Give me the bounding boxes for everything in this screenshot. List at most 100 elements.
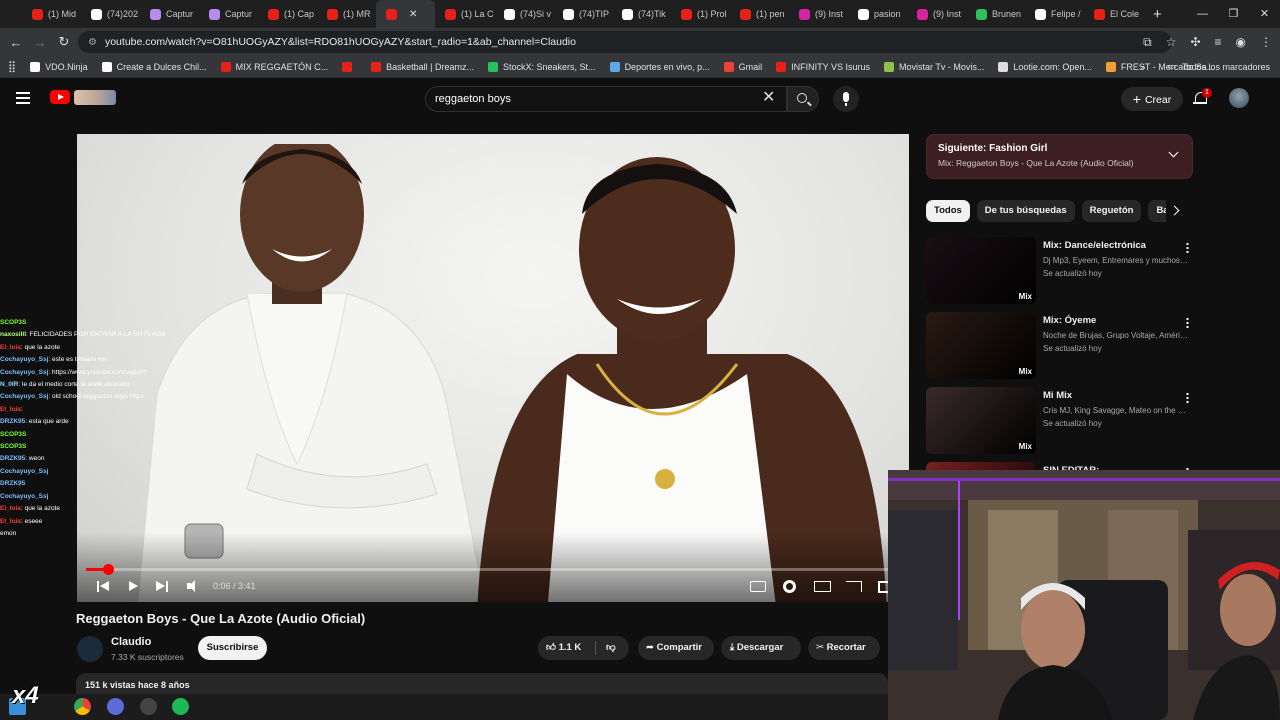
next-icon[interactable] <box>156 578 168 596</box>
progress-scrubber[interactable] <box>102 564 114 575</box>
browser-tab[interactable]: (74)202 <box>81 0 140 28</box>
channel-avatar[interactable] <box>77 636 103 662</box>
menu-icon[interactable] <box>16 92 30 107</box>
browser-tab[interactable]: (74)Tik <box>612 0 671 28</box>
chrome-icon[interactable] <box>74 698 91 715</box>
browser-tab[interactable]: (74)Si v <box>494 0 553 28</box>
bookmark-item[interactable]: INFINITY VS Isurus <box>776 61 870 72</box>
channel-name[interactable]: Claudio <box>111 636 151 648</box>
theater-mode-icon[interactable] <box>814 581 831 592</box>
recommendation-item[interactable]: Mix Mi Mix Cris MJ, King Savagge, Mateo on… <box>926 387 1196 457</box>
cast-icon[interactable] <box>846 581 862 592</box>
install-app-icon[interactable]: ⧉ <box>1143 35 1152 50</box>
browser-tab[interactable]: (9) Inst <box>907 0 966 28</box>
recommendation-thumbnail[interactable]: Mix <box>926 387 1036 454</box>
up-next-panel[interactable]: Siguiente: Fashion Girl Mix: Reggaeton B… <box>926 134 1193 179</box>
bookmark-item[interactable]: VDO.Ninja <box>30 61 88 72</box>
previous-icon[interactable] <box>97 578 109 596</box>
obs-icon[interactable] <box>107 698 124 715</box>
browser-menu-icon[interactable]: ⋮ <box>1260 35 1272 49</box>
app-icon[interactable] <box>140 698 157 715</box>
extensions-icon[interactable]: ✣ <box>1190 35 1200 49</box>
bookmarks-overflow-icon[interactable]: » <box>1140 62 1145 72</box>
browser-tab[interactable]: (74)TIP <box>553 0 612 28</box>
filter-chip[interactable]: Banda <box>1148 200 1166 222</box>
new-tab-icon[interactable]: + <box>1153 6 1162 23</box>
filter-chip[interactable]: De tus búsquedas <box>976 200 1075 222</box>
browser-tab[interactable]: Captur <box>140 0 199 28</box>
close-window-icon[interactable]: ✕ <box>1249 0 1280 28</box>
minimize-icon[interactable]: — <box>1187 0 1218 28</box>
bookmark-item[interactable]: StockX: Sneakers, St... <box>488 61 596 72</box>
browser-tab[interactable]: Brunen <box>966 0 1025 28</box>
browser-tab[interactable]: Captur <box>199 0 258 28</box>
bookmark-item[interactable]: Basketball | Dreamz... <box>371 61 474 72</box>
browser-tab[interactable]: (1) Prol <box>671 0 730 28</box>
close-tab-icon[interactable]: ✕ <box>409 9 417 20</box>
subscribe-button[interactable]: Suscribirse <box>198 636 267 660</box>
profile-icon[interactable]: ◉ <box>1236 35 1246 49</box>
url-field[interactable]: ⚙ youtube.com/watch?v=O81hUOGyAZY&list=R… <box>78 31 1172 53</box>
bookmark-item[interactable]: Movistar Tv - Movis... <box>883 61 984 72</box>
reload-icon[interactable]: ↻ <box>52 34 76 50</box>
like-button[interactable]: 👍︎ 1.1 K <box>546 636 581 660</box>
site-info-icon[interactable]: ⚙ <box>88 37 97 48</box>
all-bookmarks-link[interactable]: Todos los marcadores <box>1182 62 1270 72</box>
subtitles-icon[interactable] <box>750 581 766 592</box>
play-icon[interactable] <box>128 578 140 596</box>
mix-badge: Mix <box>1018 367 1032 376</box>
volume-icon[interactable] <box>187 578 203 596</box>
settings-gear-icon[interactable] <box>783 580 796 593</box>
bookmark-item[interactable]: Create a Dulces Chil... <box>101 61 207 72</box>
dislike-button[interactable]: 👎︎ <box>606 636 616 660</box>
clear-search-icon[interactable]: ✕ <box>762 89 775 107</box>
progress-bar[interactable] <box>86 564 900 575</box>
voice-search-button[interactable] <box>833 86 859 112</box>
bookmark-item[interactable]: Gmail <box>723 61 762 72</box>
browser-tab[interactable]: (1) MR <box>317 0 376 28</box>
filter-chip[interactable]: Todos <box>926 200 970 222</box>
bookmark-item[interactable]: Lootie.com: Open... <box>998 61 1092 72</box>
bookmark-item[interactable]: MIX REGGAETÓN C... <box>220 61 328 72</box>
download-button[interactable]: ⤓ Descargar <box>721 636 801 660</box>
chat-text: : eseee <box>20 517 43 525</box>
bookmark-star-icon[interactable]: ☆ <box>1166 35 1177 49</box>
logo-doodle[interactable] <box>74 90 116 105</box>
search-button[interactable] <box>787 86 819 112</box>
recommendation-item[interactable]: Mix Mix: Óyeme Noche de Brujas, Grupo Volt… <box>926 312 1196 382</box>
recommendation-item[interactable]: Mix Mix: Dance/electrónica Dj Mp3, Eyeem, … <box>926 237 1196 307</box>
filter-chip[interactable]: Reguetón <box>1081 200 1142 222</box>
browser-tab[interactable]: (9) Inst <box>789 0 848 28</box>
recommendation-thumbnail[interactable]: Mix <box>926 312 1036 379</box>
bookmark-favicon-icon <box>101 61 112 72</box>
browser-tab[interactable]: El Cole <box>1084 0 1143 28</box>
media-control-icon[interactable]: ≡ <box>1215 35 1222 49</box>
browser-tab[interactable]: pasion <box>848 0 907 28</box>
more-options-icon[interactable] <box>1186 242 1189 253</box>
more-options-icon[interactable] <box>1186 317 1189 328</box>
forward-icon[interactable]: → <box>28 35 52 50</box>
bookmark-item[interactable]: Deportes en vivo, p... <box>609 61 710 72</box>
bookmark-item[interactable] <box>342 61 357 72</box>
browser-tab[interactable]: (1) pen <box>730 0 789 28</box>
browser-tab[interactable]: (1) Cap <box>258 0 317 28</box>
browser-tab[interactable]: (1) Mid <box>22 0 81 28</box>
share-button[interactable]: ➦ Compartir <box>638 636 714 660</box>
create-button[interactable]: + Crear <box>1121 87 1183 111</box>
search-input[interactable]: reggaeton boys <box>425 86 787 112</box>
youtube-logo-icon[interactable] <box>50 90 70 104</box>
spotify-icon[interactable] <box>172 698 189 715</box>
more-options-icon[interactable] <box>1186 392 1189 403</box>
chat-username: Cochayuyo_Ssj <box>0 492 49 500</box>
browser-tab[interactable]: Felipe / <box>1025 0 1084 28</box>
browser-tab[interactable]: ✕ <box>376 0 435 28</box>
apps-grid-icon[interactable]: ⣿ <box>8 60 16 73</box>
video-player[interactable]: 0:06 / 3:41 <box>77 134 909 602</box>
restore-icon[interactable]: ❐ <box>1218 0 1249 28</box>
clip-button[interactable]: ✂ Recortar <box>808 636 880 660</box>
chevron-right-icon[interactable] <box>1169 205 1180 216</box>
back-icon[interactable]: ← <box>4 35 28 50</box>
browser-tab[interactable]: (1) La C <box>435 0 494 28</box>
recommendation-thumbnail[interactable]: Mix <box>926 237 1036 304</box>
account-avatar[interactable] <box>1229 88 1249 108</box>
